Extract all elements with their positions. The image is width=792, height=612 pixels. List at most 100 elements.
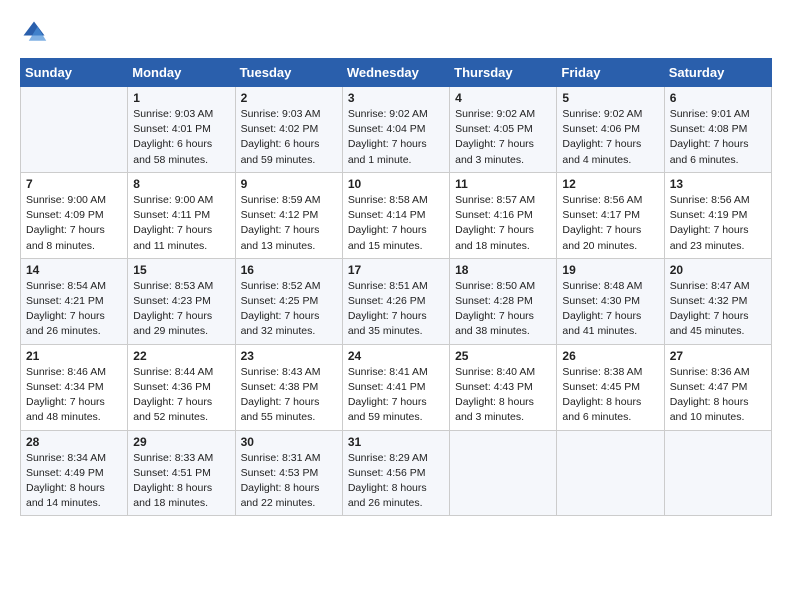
calendar-cell: 28 Sunrise: 8:34 AM Sunset: 4:49 PM Dayli… [21,430,128,516]
day-number: 18 [455,263,551,277]
cell-content: Sunrise: 9:00 AM Sunset: 4:11 PM Dayligh… [133,193,229,254]
cell-content: Sunrise: 8:29 AM Sunset: 4:56 PM Dayligh… [348,451,444,512]
day-number: 22 [133,349,229,363]
day-number: 15 [133,263,229,277]
day-number: 13 [670,177,766,191]
logo-icon [20,18,48,46]
calendar-cell: 19 Sunrise: 8:48 AM Sunset: 4:30 PM Dayli… [557,258,664,344]
day-number: 2 [241,91,337,105]
day-number: 7 [26,177,122,191]
day-number: 10 [348,177,444,191]
day-number: 19 [562,263,658,277]
calendar-week-row: 14 Sunrise: 8:54 AM Sunset: 4:21 PM Dayli… [21,258,772,344]
day-header-thursday: Thursday [450,59,557,87]
cell-content: Sunrise: 8:59 AM Sunset: 4:12 PM Dayligh… [241,193,337,254]
day-number: 23 [241,349,337,363]
calendar-cell: 27 Sunrise: 8:36 AM Sunset: 4:47 PM Dayli… [664,344,771,430]
day-number: 26 [562,349,658,363]
calendar-cell: 8 Sunrise: 9:00 AM Sunset: 4:11 PM Daylig… [128,172,235,258]
calendar-week-row: 1 Sunrise: 9:03 AM Sunset: 4:01 PM Daylig… [21,87,772,173]
cell-content: Sunrise: 8:36 AM Sunset: 4:47 PM Dayligh… [670,365,766,426]
day-number: 9 [241,177,337,191]
cell-content: Sunrise: 8:53 AM Sunset: 4:23 PM Dayligh… [133,279,229,340]
cell-content: Sunrise: 9:01 AM Sunset: 4:08 PM Dayligh… [670,107,766,168]
calendar-cell: 25 Sunrise: 8:40 AM Sunset: 4:43 PM Dayli… [450,344,557,430]
day-number: 11 [455,177,551,191]
calendar-cell: 2 Sunrise: 9:03 AM Sunset: 4:02 PM Daylig… [235,87,342,173]
cell-content: Sunrise: 8:47 AM Sunset: 4:32 PM Dayligh… [670,279,766,340]
day-number: 1 [133,91,229,105]
calendar-cell: 11 Sunrise: 8:57 AM Sunset: 4:16 PM Dayli… [450,172,557,258]
logo [20,18,52,46]
cell-content: Sunrise: 8:46 AM Sunset: 4:34 PM Dayligh… [26,365,122,426]
cell-content: Sunrise: 9:02 AM Sunset: 4:06 PM Dayligh… [562,107,658,168]
day-header-friday: Friday [557,59,664,87]
calendar-cell: 29Sunrise: 8:33 AM Sunset: 4:51 PM Dayli… [128,430,235,516]
calendar-cell: 18 Sunrise: 8:50 AM Sunset: 4:28 PM Dayli… [450,258,557,344]
cell-content: Sunrise: 9:03 AM Sunset: 4:02 PM Dayligh… [241,107,337,168]
page: SundayMondayTuesdayWednesdayThursdayFrid… [0,0,792,526]
cell-content: Sunrise: 9:03 AM Sunset: 4:01 PM Dayligh… [133,107,229,168]
day-number: 4 [455,91,551,105]
calendar-cell: 13 Sunrise: 8:56 AM Sunset: 4:19 PM Dayli… [664,172,771,258]
cell-content: Sunrise: 8:58 AM Sunset: 4:14 PM Dayligh… [348,193,444,254]
calendar-cell: 1 Sunrise: 9:03 AM Sunset: 4:01 PM Daylig… [128,87,235,173]
day-number: 3 [348,91,444,105]
cell-content: Sunrise: 8:54 AM Sunset: 4:21 PM Dayligh… [26,279,122,340]
calendar-cell: 14 Sunrise: 8:54 AM Sunset: 4:21 PM Dayli… [21,258,128,344]
cell-content: Sunrise: 8:56 AM Sunset: 4:19 PM Dayligh… [670,193,766,254]
day-number: 8 [133,177,229,191]
calendar-cell: 4 Sunrise: 9:02 AM Sunset: 4:05 PM Daylig… [450,87,557,173]
day-number: 16 [241,263,337,277]
cell-content: Sunrise: 8:34 AM Sunset: 4:49 PM Dayligh… [26,451,122,512]
calendar-cell: 26 Sunrise: 8:38 AM Sunset: 4:45 PM Dayli… [557,344,664,430]
day-number: 30 [241,435,337,449]
calendar-week-row: 28 Sunrise: 8:34 AM Sunset: 4:49 PM Dayli… [21,430,772,516]
day-number: 21 [26,349,122,363]
day-number: 27 [670,349,766,363]
calendar-table: SundayMondayTuesdayWednesdayThursdayFrid… [20,58,772,516]
cell-content: Sunrise: 8:38 AM Sunset: 4:45 PM Dayligh… [562,365,658,426]
calendar-cell [664,430,771,516]
calendar-cell: 17Sunrise: 8:51 AM Sunset: 4:26 PM Dayli… [342,258,449,344]
day-number: 25 [455,349,551,363]
day-header-tuesday: Tuesday [235,59,342,87]
day-header-wednesday: Wednesday [342,59,449,87]
calendar-cell: 21 Sunrise: 8:46 AM Sunset: 4:34 PM Dayli… [21,344,128,430]
cell-content: Sunrise: 8:56 AM Sunset: 4:17 PM Dayligh… [562,193,658,254]
calendar-cell: 5 Sunrise: 9:02 AM Sunset: 4:06 PM Daylig… [557,87,664,173]
day-header-sunday: Sunday [21,59,128,87]
calendar-cell: 10 Sunrise: 8:58 AM Sunset: 4:14 PM Dayli… [342,172,449,258]
day-number: 5 [562,91,658,105]
cell-content: Sunrise: 9:00 AM Sunset: 4:09 PM Dayligh… [26,193,122,254]
day-number: 29 [133,435,229,449]
day-number: 31 [348,435,444,449]
calendar-week-row: 21 Sunrise: 8:46 AM Sunset: 4:34 PM Dayli… [21,344,772,430]
calendar-header-row: SundayMondayTuesdayWednesdayThursdayFrid… [21,59,772,87]
calendar-cell: 31 Sunrise: 8:29 AM Sunset: 4:56 PM Dayli… [342,430,449,516]
cell-content: Sunrise: 8:51 AM Sunset: 4:26 PM Dayligh… [348,279,444,340]
cell-content: Sunrise: 9:02 AM Sunset: 4:05 PM Dayligh… [455,107,551,168]
cell-content: Sunrise: 8:50 AM Sunset: 4:28 PM Dayligh… [455,279,551,340]
calendar-cell: 12 Sunrise: 8:56 AM Sunset: 4:17 PM Dayli… [557,172,664,258]
day-number: 12 [562,177,658,191]
day-header-monday: Monday [128,59,235,87]
calendar-cell: 16Sunrise: 8:52 AM Sunset: 4:25 PM Dayli… [235,258,342,344]
cell-content: Sunrise: 8:43 AM Sunset: 4:38 PM Dayligh… [241,365,337,426]
day-number: 14 [26,263,122,277]
cell-content: Sunrise: 9:02 AM Sunset: 4:04 PM Dayligh… [348,107,444,168]
header [20,18,772,46]
day-number: 28 [26,435,122,449]
calendar-cell: 9 Sunrise: 8:59 AM Sunset: 4:12 PM Daylig… [235,172,342,258]
cell-content: Sunrise: 8:57 AM Sunset: 4:16 PM Dayligh… [455,193,551,254]
day-header-saturday: Saturday [664,59,771,87]
day-number: 6 [670,91,766,105]
calendar-cell: 3 Sunrise: 9:02 AM Sunset: 4:04 PM Daylig… [342,87,449,173]
calendar-cell: 24Sunrise: 8:41 AM Sunset: 4:41 PM Dayli… [342,344,449,430]
calendar-cell: 30Sunrise: 8:31 AM Sunset: 4:53 PM Dayli… [235,430,342,516]
cell-content: Sunrise: 8:48 AM Sunset: 4:30 PM Dayligh… [562,279,658,340]
calendar-week-row: 7 Sunrise: 9:00 AM Sunset: 4:09 PM Daylig… [21,172,772,258]
cell-content: Sunrise: 8:40 AM Sunset: 4:43 PM Dayligh… [455,365,551,426]
calendar-cell: 6 Sunrise: 9:01 AM Sunset: 4:08 PM Daylig… [664,87,771,173]
calendar-cell [557,430,664,516]
